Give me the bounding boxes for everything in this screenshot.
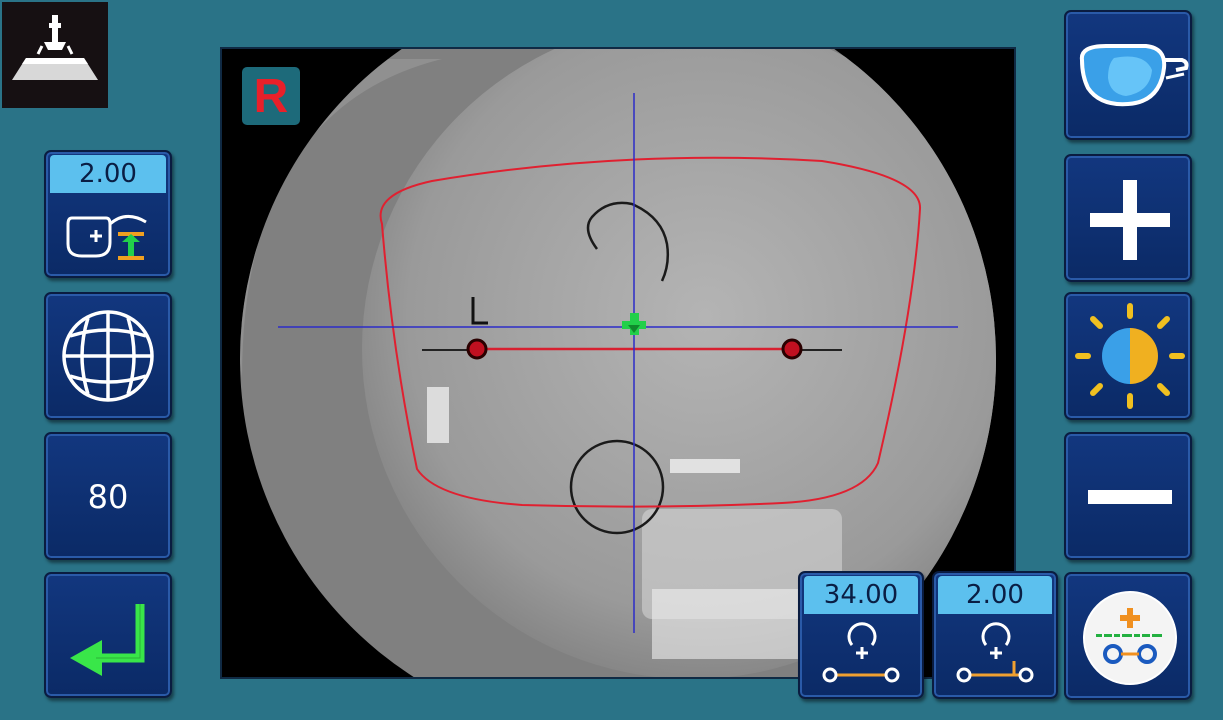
numeric-value: 80 [87, 478, 129, 516]
minus-button[interactable] [1064, 432, 1192, 560]
left-eye-label: L [222, 49, 223, 50]
brightness-button[interactable] [1064, 292, 1192, 420]
numeric-value-button[interactable]: 80 [44, 432, 172, 560]
lens-type-button[interactable] [1064, 10, 1192, 140]
grid-button[interactable] [44, 292, 172, 420]
minus-icon [1088, 490, 1172, 504]
pupil-distance-icon [822, 622, 900, 683]
brightness-icon [1075, 303, 1185, 409]
centering-button[interactable] [1064, 572, 1192, 700]
lens-side-badge: R [242, 67, 300, 125]
centering-target-icon [1083, 591, 1177, 685]
glasses-lens-icon [1079, 44, 1189, 107]
fitting-height-icon [956, 622, 1034, 683]
right-mark-dot [781, 338, 803, 360]
progressive-add-icon [66, 215, 147, 260]
left-mark-dot [466, 338, 488, 360]
add-power-button[interactable]: 2.00 [44, 150, 172, 278]
height-button[interactable]: 2.00 [932, 571, 1058, 699]
lensmeter-support-icon[interactable] [2, 2, 108, 108]
lens-side-label: R [253, 70, 289, 123]
plus-button[interactable] [1064, 154, 1192, 282]
enter-button[interactable] [44, 572, 172, 698]
distance-button[interactable]: 34.00 [798, 571, 924, 699]
plus-icon [1090, 180, 1170, 260]
globe-grid-icon [62, 310, 154, 402]
enter-return-icon [70, 604, 145, 676]
